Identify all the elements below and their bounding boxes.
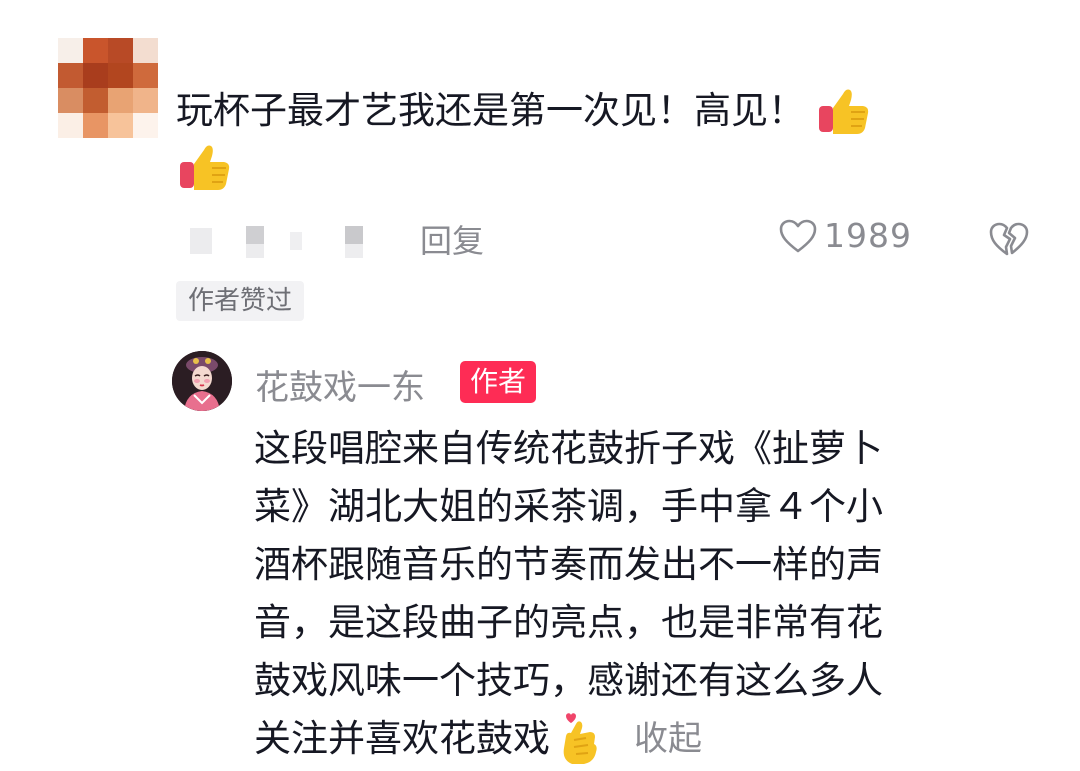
author-badge: 作者	[460, 361, 537, 403]
commenter-avatar[interactable]	[58, 38, 158, 138]
like-button[interactable]: 1989	[778, 216, 912, 255]
author-liked-tag: 作者赞过	[176, 281, 305, 321]
author-name[interactable]: 花鼓戏一东	[255, 360, 425, 409]
fingers-crossed-heart-icon	[552, 710, 608, 768]
reply-text-line: 菜》湖北大姐的采茶调，手中拿４个小	[254, 485, 883, 528]
broken-heart-icon	[988, 220, 1030, 258]
reply-text-line: 音，是这段曲子的亮点，也是非常有花	[254, 601, 883, 644]
comment-text: 玩杯子最才艺我还是第一次见！高见！	[176, 89, 805, 132]
comment-body: 玩杯子最才艺我还是第一次见！高见！	[176, 82, 1036, 194]
blurred-username-date	[190, 222, 380, 260]
thumbs-up-icon	[176, 140, 234, 194]
reply-text-line: 酒杯跟随音乐的节奏而发出不一样的声	[254, 543, 883, 586]
heart-outline-icon	[778, 218, 818, 254]
reply-button[interactable]: 回复	[420, 216, 484, 262]
dislike-button[interactable]	[988, 220, 1030, 258]
thumbs-up-icon	[815, 84, 873, 138]
like-count: 1989	[824, 216, 912, 255]
reply-text-line: 鼓戏风味一个技巧，感谢还有这么多人	[254, 659, 883, 702]
author-reply-body: 这段唱腔来自传统花鼓折子戏《扯萝卜 菜》湖北大姐的采茶调，手中拿４个小 酒杯跟随…	[254, 420, 1014, 768]
reply-text-line: 这段唱腔来自传统花鼓折子戏《扯萝卜	[254, 427, 883, 470]
collapse-button[interactable]: 收起	[634, 710, 702, 768]
author-avatar[interactable]	[172, 351, 232, 411]
reply-text-line: 关注并喜欢花鼓戏	[254, 717, 550, 760]
